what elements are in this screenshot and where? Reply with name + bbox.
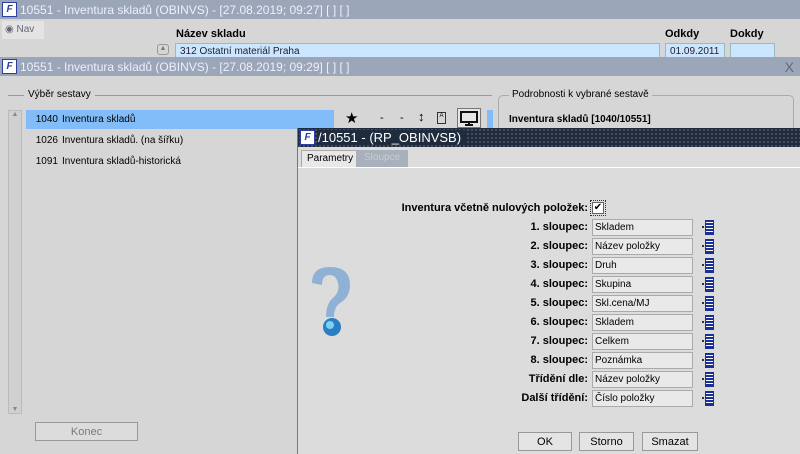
nav-button[interactable]: ◉ Nav	[2, 21, 44, 39]
detail-label: Podrobnosti k vybrané sestavě	[509, 89, 652, 100]
param-label: 7. sloupec:	[530, 335, 588, 347]
param-label: Další třídění:	[521, 392, 588, 404]
tab-parametry[interactable]: Parametry	[301, 150, 360, 167]
param-label: 2. sloupec:	[530, 240, 588, 252]
list-select-icon[interactable]	[702, 391, 714, 406]
vyber-sestavy-label: Výběr sestavy	[24, 89, 95, 100]
report-num: 1040	[35, 114, 58, 125]
param-label: 5. sloupec:	[530, 297, 588, 309]
resize-vertical-icon[interactable]: ↕	[418, 109, 425, 124]
parameters-dialog: F /10551 - (RP_OBINVSB) Parametry Sloupc…	[297, 128, 800, 454]
scroll-up-icon[interactable]: ▲	[157, 44, 169, 55]
back-window-titlebar: F 10551 - Inventura skladů (OBINVS) - [2…	[0, 0, 800, 19]
pdf-icon[interactable]: A	[437, 112, 446, 124]
selection-edge	[487, 110, 493, 129]
report-name: Inventura skladů	[62, 114, 136, 125]
param-row: 7. sloupec: Celkem	[298, 333, 800, 350]
list-select-icon[interactable]	[702, 258, 714, 273]
param-field[interactable]: Poznámka	[592, 352, 693, 369]
report-name: Inventura skladů. (na šířku)	[62, 135, 184, 146]
param-row: Další třídění: Číslo položky	[298, 390, 800, 407]
param-field[interactable]: Číslo položky	[592, 390, 693, 407]
app-logo-icon: F	[2, 59, 17, 74]
checkbox-label: Inventura včetně nulových položek:	[401, 202, 588, 214]
col-nazev-skladu: Název skladu	[176, 28, 246, 40]
col-dokdy: Dokdy	[730, 28, 764, 40]
list-select-icon[interactable]	[702, 239, 714, 254]
dialog-title: /10551 - (RP_OBINVSB)	[318, 130, 468, 145]
param-label: 6. sloupec:	[530, 316, 588, 328]
front-window-titlebar: F 10551 - Inventura skladů (OBINVS) - [2…	[0, 57, 800, 76]
param-row: 4. sloupec: Skupina	[298, 276, 800, 293]
param-row: 1. sloupec: Skladem	[298, 219, 800, 236]
param-label: 1. sloupec:	[530, 221, 588, 233]
list-select-icon[interactable]	[702, 277, 714, 292]
param-field[interactable]: Druh	[592, 257, 693, 274]
nav-label: Nav	[16, 24, 35, 35]
col-odkdy: Odkdy	[665, 28, 700, 40]
param-label: 8. sloupec:	[530, 354, 588, 366]
param-row: 5. sloupec: Skl.cena/MJ	[298, 295, 800, 312]
list-select-icon[interactable]	[702, 315, 714, 330]
detail-value: Inventura skladů [1040/10551]	[509, 114, 651, 125]
close-button[interactable]: X	[785, 59, 794, 75]
report-item[interactable]: 1091 Inventura skladů-historická	[26, 152, 334, 171]
param-label: Třídění dle:	[528, 373, 588, 385]
list-select-icon[interactable]	[702, 353, 714, 368]
back-window-title: 10551 - Inventura skladů (OBINVS) - [27.…	[20, 2, 350, 17]
param-row: Třídění dle: Název položky	[298, 371, 800, 388]
konec-button[interactable]: Konec	[35, 422, 138, 441]
front-window-title: 10551 - Inventura skladů (OBINVS) - [27.…	[20, 59, 350, 74]
param-field[interactable]: Skladem	[592, 314, 693, 331]
favorite-star-icon[interactable]: ★	[345, 109, 358, 127]
param-row: 2. sloupec: Název položky	[298, 238, 800, 255]
toolbar-dash: -	[380, 112, 384, 124]
scroll-down-icon[interactable]: ▼	[9, 406, 21, 413]
list-select-icon[interactable]	[702, 372, 714, 387]
report-name: Inventura skladů-historická	[62, 156, 181, 167]
monitor-icon	[460, 110, 478, 126]
checkbox-row: Inventura včetně nulových položek: ✔	[298, 200, 800, 217]
param-label: 4. sloupec:	[530, 278, 588, 290]
list-select-icon[interactable]	[702, 296, 714, 311]
report-num: 1026	[35, 135, 58, 146]
list-select-icon[interactable]	[702, 220, 714, 235]
tab-sloupce[interactable]: Sloupce	[356, 150, 408, 167]
nulove-polozky-checkbox[interactable]: ✔	[590, 200, 606, 216]
param-field[interactable]: Skladem	[592, 219, 693, 236]
report-num: 1091	[35, 156, 58, 167]
toolbar-dash: -	[400, 112, 404, 124]
param-field[interactable]: Název položky	[592, 371, 693, 388]
param-field[interactable]: Skupina	[592, 276, 693, 293]
dialog-titlebar: F /10551 - (RP_OBINVSB)	[298, 128, 800, 147]
storno-button[interactable]: Storno	[579, 432, 634, 451]
param-field[interactable]: Celkem	[592, 333, 693, 350]
report-item[interactable]: 1040 Inventura skladů	[26, 110, 334, 129]
list-scrollbar[interactable]: ▲ ▼	[8, 110, 22, 414]
param-row: 6. sloupec: Skladem	[298, 314, 800, 331]
param-field[interactable]: Skl.cena/MJ	[592, 295, 693, 312]
smazat-button[interactable]: Smazat	[642, 432, 698, 451]
scroll-up-icon[interactable]: ▲	[9, 111, 21, 118]
param-field[interactable]: Název položky	[592, 238, 693, 255]
ok-button[interactable]: OK	[518, 432, 572, 451]
screen-output-button[interactable]	[457, 108, 481, 128]
app-logo-icon: F	[300, 130, 315, 145]
list-select-icon[interactable]	[702, 334, 714, 349]
param-row: 8. sloupec: Poznámka	[298, 352, 800, 369]
param-label: 3. sloupec:	[530, 259, 588, 271]
param-row: 3. sloupec: Druh	[298, 257, 800, 274]
tab-divider	[298, 167, 800, 168]
app-logo-icon: F	[2, 2, 17, 17]
report-item[interactable]: 1026 Inventura skladů. (na šířku)	[26, 131, 334, 150]
